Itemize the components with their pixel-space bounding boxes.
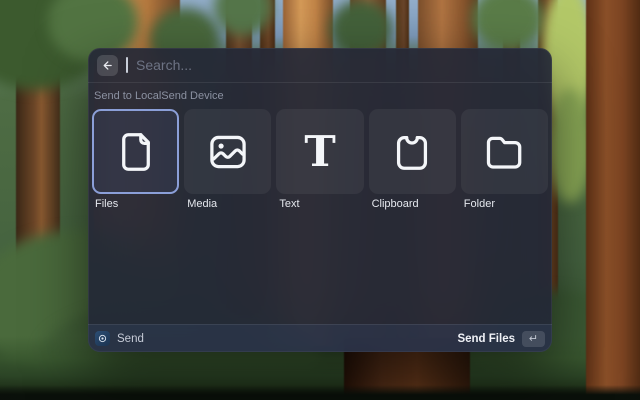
tile-label: Folder — [464, 198, 548, 210]
grid-cell-clipboard: Clipboard — [369, 109, 456, 210]
tile-label: Media — [187, 198, 271, 210]
clipboard-icon — [389, 129, 435, 175]
arrow-left-icon — [101, 59, 114, 72]
text-cursor — [126, 57, 128, 73]
tile-clipboard[interactable] — [369, 109, 456, 194]
section-title: Send to LocalSend Device — [91, 90, 549, 102]
primary-action-button[interactable]: Send Files ↵ — [457, 331, 545, 347]
tile-label: Text — [279, 198, 363, 210]
tile-label: Files — [95, 198, 179, 210]
image-icon — [205, 129, 251, 175]
svg-text:T: T — [304, 129, 335, 175]
text-serif-icon: T — [297, 129, 343, 175]
footer-app: Send — [95, 331, 144, 346]
enter-key-badge: ↵ — [522, 331, 545, 347]
results-area: Send to LocalSend Device Files — [88, 83, 552, 324]
grid-cell-folder: Folder — [461, 109, 548, 210]
tile-files[interactable] — [92, 109, 179, 194]
localsend-app-icon — [95, 331, 110, 346]
footer-bar: Send Send Files ↵ — [88, 324, 552, 352]
tile-media[interactable] — [184, 109, 271, 194]
grid-cell-media: Media — [184, 109, 271, 210]
action-grid: Files Media — [91, 109, 549, 210]
back-button[interactable] — [97, 55, 118, 76]
footer-app-label: Send — [117, 333, 144, 345]
tile-text[interactable]: T — [276, 109, 363, 194]
tile-label: Clipboard — [372, 198, 456, 210]
folder-icon — [481, 129, 527, 175]
screen: Send to LocalSend Device Files — [0, 0, 640, 400]
launcher-window: Send to LocalSend Device Files — [88, 48, 552, 352]
grid-cell-text: T Text — [276, 109, 363, 210]
file-icon — [113, 129, 159, 175]
search-bar — [88, 48, 552, 82]
grid-cell-files: Files — [92, 109, 179, 210]
tile-folder[interactable] — [461, 109, 548, 194]
primary-action-label: Send Files — [457, 333, 515, 345]
search-input[interactable] — [136, 57, 543, 73]
